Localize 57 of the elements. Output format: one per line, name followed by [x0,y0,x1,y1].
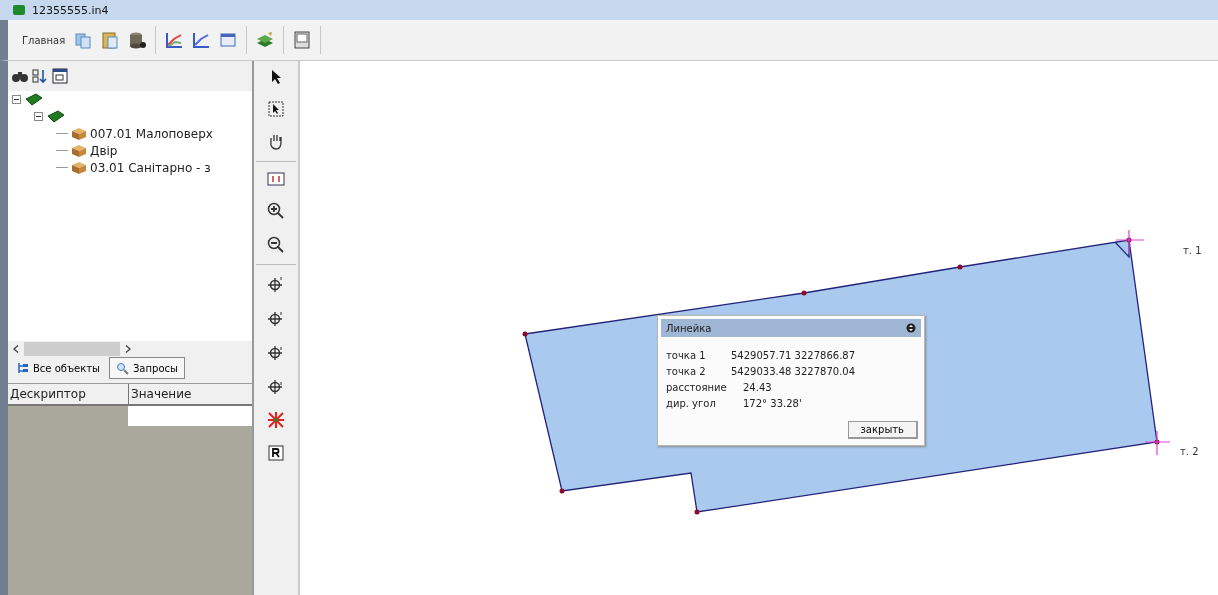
box-icon [71,160,87,175]
scroll-left-icon[interactable] [13,345,19,353]
collapse-icon[interactable] [906,323,916,333]
layer-icon [46,109,66,124]
box-icon [71,126,87,141]
crosshair-icon[interactable] [267,377,285,395]
crosshair-icon[interactable] [267,275,285,293]
field-value: 172° 33.28' [742,398,802,409]
chart-icon[interactable] [192,31,211,49]
zoom-out-icon[interactable] [267,236,285,254]
tree-icon [17,362,29,374]
toolbar-label: Главная [22,34,66,46]
binoculars-icon[interactable] [12,69,28,83]
field-label: дир. угол [666,398,717,409]
close-button[interactable]: закрыть [847,421,918,439]
hand-icon[interactable] [268,133,284,151]
column-header: Дескриптор [8,384,129,404]
select-icon[interactable] [268,101,284,117]
tab[interactable]: Запросы [108,357,185,379]
collapse-toggle[interactable] [12,95,21,104]
scroll-right-icon[interactable] [125,345,131,353]
crosshair-icon[interactable] [267,343,285,361]
chart-icon[interactable] [165,31,184,49]
cross-icon[interactable] [267,411,285,429]
r-icon[interactable] [268,445,284,461]
tree-item[interactable]: 007.01 Малоповерх [90,126,213,141]
panel-icon[interactable] [52,68,68,84]
zoom-in-icon[interactable] [267,202,285,220]
field-value: 5429033.48 3227870.04 [731,366,856,377]
pointer-icon[interactable] [269,69,283,85]
field-label: расстояние [666,382,728,393]
print-icon[interactable] [293,31,312,49]
fit-icon[interactable] [267,172,285,186]
layer-icon [24,92,44,107]
tree-item[interactable]: 03.01 Санітарно - з [90,160,211,175]
field-label: точка 1 [666,350,707,361]
crosshair-icon[interactable] [267,309,285,327]
field-value: 24.43 [742,382,772,393]
layers-icon[interactable] [256,31,275,49]
database-icon[interactable] [128,31,147,49]
point-marker [1115,229,1145,254]
field-value: 5429057.71 3227866.87 [731,350,856,361]
paste-icon[interactable] [101,31,120,49]
collapse-toggle[interactable] [34,112,43,121]
app-icon [12,4,26,16]
search-icon [115,361,129,375]
window-icon[interactable] [219,31,238,49]
tree-item[interactable]: Двір [90,143,118,158]
column-header: Значение [130,386,192,403]
window-title: 12355555.in4 [32,3,109,17]
point-marker [1144,430,1171,456]
point-label: т. 1 [1183,245,1202,256]
field-label: точка 2 [666,366,707,377]
point-label: т. 2 [1180,446,1199,457]
dialog-title: Линейка [666,322,712,334]
box-icon [71,143,87,158]
sort-icon[interactable] [32,68,48,84]
